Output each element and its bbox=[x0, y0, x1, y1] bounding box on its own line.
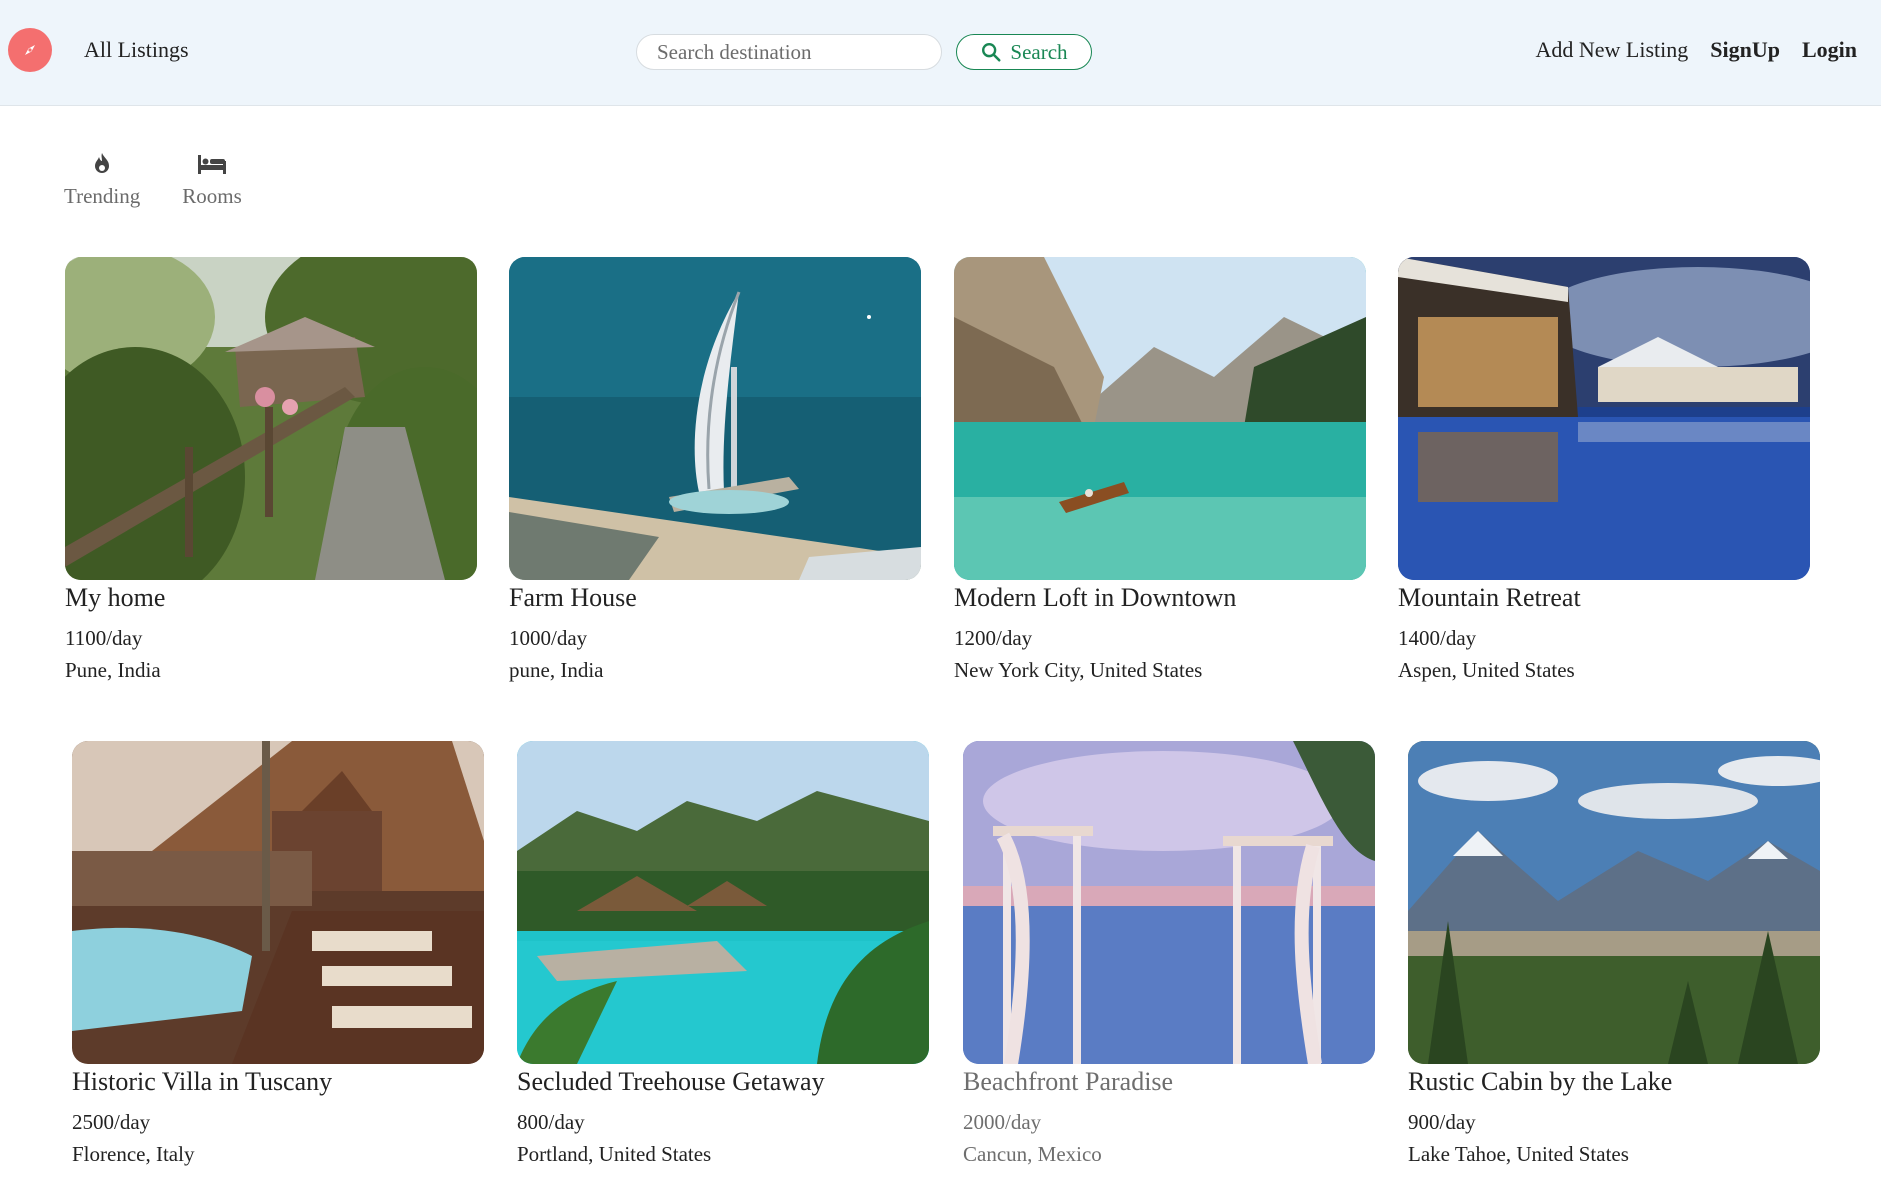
listing-title: Secluded Treehouse Getaway bbox=[517, 1067, 825, 1096]
listing-title: Modern Loft in Downtown bbox=[954, 583, 1237, 612]
listing-location: Cancun, Mexico bbox=[963, 1142, 1102, 1166]
listing-image[interactable] bbox=[954, 257, 1366, 580]
search-button-label: Search bbox=[1010, 39, 1068, 64]
filter-rooms[interactable]: Rooms bbox=[182, 150, 242, 209]
listing-title: Mountain Retreat bbox=[1398, 583, 1581, 612]
listing-price: 1400/day bbox=[1398, 626, 1477, 650]
login-link[interactable]: Login bbox=[1802, 37, 1857, 63]
listing-location: pune, India bbox=[509, 658, 604, 682]
navbar: All Listings Search Add New Listing Sign… bbox=[0, 0, 1881, 106]
listing-title: Rustic Cabin by the Lake bbox=[1408, 1067, 1673, 1096]
listing-price: 2500/day bbox=[72, 1110, 151, 1134]
listing-card[interactable]: Modern Loft in Downtown 1200/day New Yor… bbox=[954, 257, 1366, 682]
listing-title: Historic Villa in Tuscany bbox=[72, 1067, 333, 1096]
filter-trending[interactable]: Trending bbox=[64, 150, 140, 209]
listing-card[interactable]: Secluded Treehouse Getaway 800/day Portl… bbox=[517, 741, 929, 1166]
signup-link[interactable]: SignUp bbox=[1710, 37, 1780, 63]
listing-image[interactable] bbox=[1408, 741, 1820, 1064]
listing-image[interactable] bbox=[72, 741, 484, 1064]
listing-price: 900/day bbox=[1408, 1110, 1476, 1134]
listing-location: New York City, United States bbox=[954, 658, 1203, 682]
listing-card[interactable]: Historic Villa in Tuscany 2500/day Flore… bbox=[72, 741, 484, 1166]
add-listing-link[interactable]: Add New Listing bbox=[1535, 37, 1688, 63]
compass-icon[interactable] bbox=[8, 28, 52, 72]
listing-price: 800/day bbox=[517, 1110, 585, 1134]
listing-card[interactable]: My home 1100/day Pune, India bbox=[65, 257, 477, 682]
filter-label: Trending bbox=[64, 184, 141, 208]
listing-image[interactable] bbox=[963, 741, 1375, 1064]
listing-card[interactable]: Beachfront Paradise 2000/day Cancun, Mex… bbox=[963, 741, 1375, 1166]
listing-price: 1100/day bbox=[65, 626, 143, 650]
search-input[interactable] bbox=[636, 34, 942, 70]
listing-image[interactable] bbox=[509, 257, 921, 580]
listing-location: Aspen, United States bbox=[1398, 658, 1575, 682]
bed-icon bbox=[197, 150, 227, 178]
listing-location: Pune, India bbox=[65, 658, 161, 682]
listing-price: 2000/day bbox=[963, 1110, 1042, 1134]
listing-card[interactable]: Mountain Retreat 1400/day Aspen, United … bbox=[1398, 257, 1810, 682]
search-icon bbox=[982, 43, 1001, 62]
all-listings-link[interactable]: All Listings bbox=[84, 37, 189, 63]
listing-card[interactable]: Rustic Cabin by the Lake 900/day Lake Ta… bbox=[1408, 741, 1820, 1166]
filter-bar: Trending Rooms bbox=[64, 150, 242, 209]
listing-card[interactable]: Farm House 1000/day pune, India bbox=[509, 257, 921, 682]
search-button[interactable]: Search bbox=[956, 34, 1092, 70]
listing-price: 1200/day bbox=[954, 626, 1033, 650]
listing-location: Florence, Italy bbox=[72, 1142, 195, 1166]
listing-title: My home bbox=[65, 583, 166, 612]
listing-price: 1000/day bbox=[509, 626, 588, 650]
listing-location: Portland, United States bbox=[517, 1142, 712, 1166]
listing-title: Beachfront Paradise bbox=[963, 1067, 1174, 1096]
listing-image[interactable] bbox=[1398, 257, 1810, 580]
fire-icon bbox=[92, 150, 112, 178]
listing-location: Lake Tahoe, United States bbox=[1408, 1142, 1629, 1166]
listing-title: Farm House bbox=[509, 583, 637, 612]
listing-image[interactable] bbox=[517, 741, 929, 1064]
nav-actions: Add New Listing SignUp Login bbox=[1535, 37, 1857, 63]
listing-image[interactable] bbox=[65, 257, 477, 580]
filter-label: Rooms bbox=[182, 184, 242, 208]
